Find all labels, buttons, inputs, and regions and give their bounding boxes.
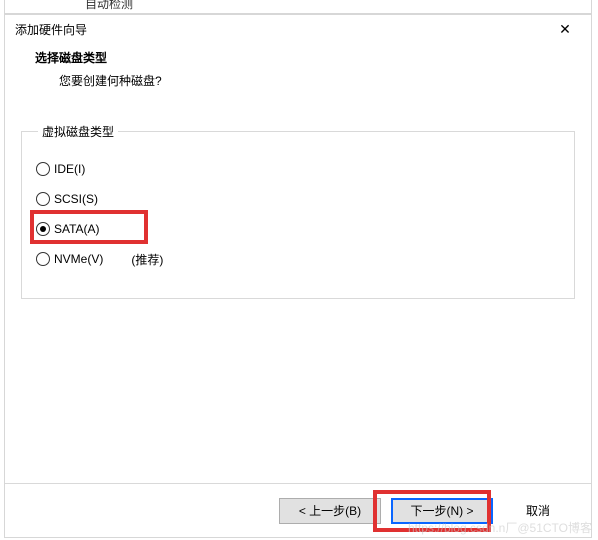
add-hardware-wizard-dialog: 添加硬件向导 ✕ 选择磁盘类型 您要创建何种磁盘? 虚拟磁盘类型 IDE(I) … — [4, 14, 592, 538]
wizard-subheading: 您要创建何种磁盘? — [35, 72, 591, 89]
option-ide[interactable]: IDE(I) — [36, 154, 560, 184]
wizard-footer: < 上一步(B) 下一步(N) > 取消 — [5, 483, 591, 537]
radio-icon — [36, 252, 50, 266]
option-note: (推荐) — [131, 251, 163, 268]
next-button[interactable]: 下一步(N) > — [391, 498, 493, 524]
close-icon: ✕ — [559, 21, 571, 38]
radio-icon — [36, 192, 50, 206]
option-scsi[interactable]: SCSI(S) — [36, 184, 560, 214]
disk-type-group: 虚拟磁盘类型 IDE(I) SCSI(S) SATA(A) NVMe(V) (推… — [21, 123, 575, 299]
option-label: IDE(I) — [54, 162, 85, 176]
radio-icon — [36, 162, 50, 176]
background-window-fragment: 自动检测 — [4, 0, 592, 14]
group-legend: 虚拟磁盘类型 — [38, 123, 118, 140]
dialog-title: 添加硬件向导 — [15, 21, 87, 38]
close-button[interactable]: ✕ — [547, 18, 583, 40]
back-button[interactable]: < 上一步(B) — [279, 498, 381, 524]
option-sata[interactable]: SATA(A) — [36, 214, 560, 244]
cancel-button[interactable]: 取消 — [503, 498, 573, 524]
option-label: SCSI(S) — [54, 192, 98, 206]
wizard-heading: 选择磁盘类型 — [35, 49, 591, 66]
option-label: SATA(A) — [54, 222, 100, 236]
option-label: NVMe(V) — [54, 252, 103, 266]
radio-icon-checked — [36, 222, 50, 236]
wizard-body: 虚拟磁盘类型 IDE(I) SCSI(S) SATA(A) NVMe(V) (推… — [5, 103, 591, 483]
background-window-text: 自动检测 — [85, 0, 133, 11]
wizard-header: 选择磁盘类型 您要创建何种磁盘? — [5, 43, 591, 103]
option-nvme[interactable]: NVMe(V) (推荐) — [36, 244, 560, 274]
titlebar: 添加硬件向导 ✕ — [5, 15, 591, 43]
